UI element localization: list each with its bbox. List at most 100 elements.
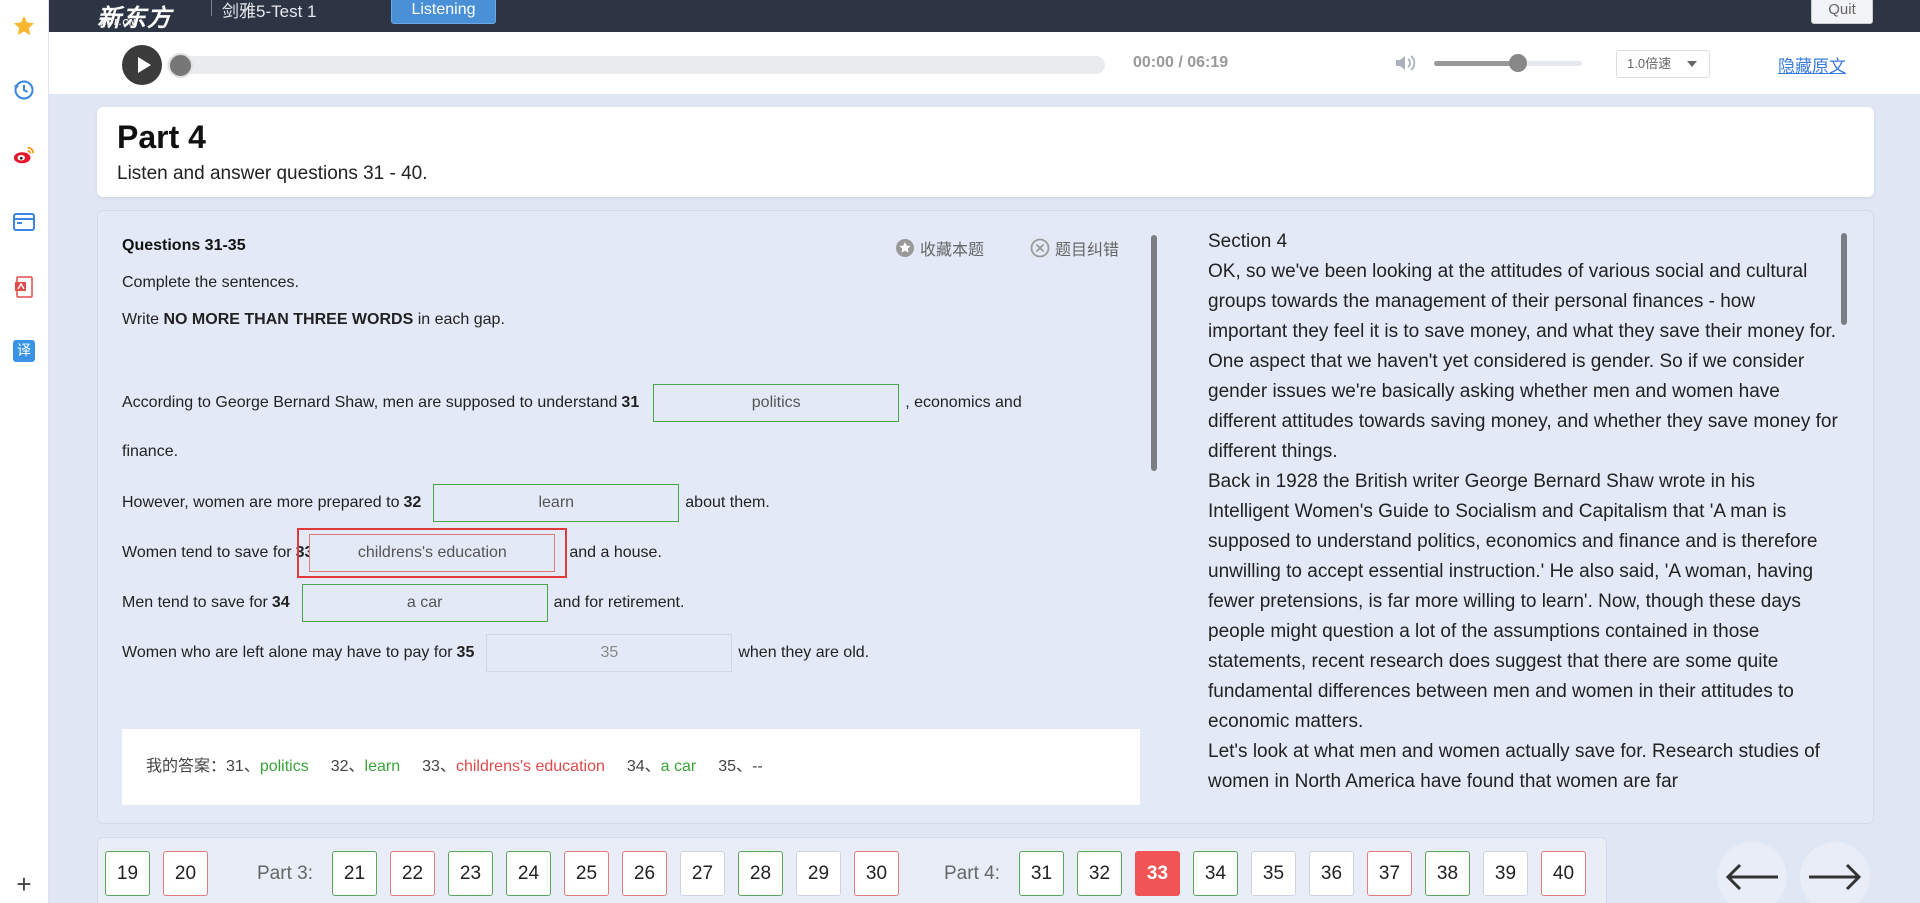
speed-value: 1.0倍速 — [1627, 56, 1672, 71]
question-nav-23[interactable]: 23 — [448, 851, 493, 896]
favorite-button[interactable]: 收藏本题 — [895, 236, 984, 260]
star-icon — [896, 239, 914, 257]
sentence-34-post: and for retirement. — [553, 594, 685, 611]
sentence-31-pre: According to George Bernard Shaw, men ar… — [122, 394, 618, 411]
sentence-35-post: when they are old. — [738, 644, 870, 661]
close-circle-icon — [1030, 238, 1050, 258]
instruction-1: Complete the sentences. — [122, 274, 299, 291]
question-nav-36[interactable]: 36 — [1309, 851, 1354, 896]
transcript-scrollbar[interactable] — [1841, 233, 1847, 325]
volume-icon[interactable] — [1394, 52, 1418, 79]
question-nav-32[interactable]: 32 — [1077, 851, 1122, 896]
answer-35-num: 35、 — [718, 758, 753, 775]
report-error-button[interactable]: 题目纠错 — [1030, 236, 1119, 260]
question-number-32: 32 — [403, 494, 422, 511]
sentence-32: However, women are more prepared to 32 l… — [122, 484, 770, 522]
questions-scrollbar[interactable] — [1151, 235, 1157, 471]
question-nav-34[interactable]: 34 — [1193, 851, 1238, 896]
question-nav-35[interactable]: 35 — [1251, 851, 1296, 896]
sentence-34-pre: Men tend to save for — [122, 594, 268, 611]
arrow-left-icon — [1725, 863, 1778, 891]
translate-icon[interactable]: 译 — [12, 339, 36, 363]
current-question-highlight: childrens's education — [297, 528, 568, 578]
audio-player: 00:00 / 06:19 1.0倍速 隐藏原文 — [49, 32, 1920, 94]
question-nav-26[interactable]: 26 — [622, 851, 667, 896]
translate-glyph: 译 — [13, 340, 35, 362]
pdf-icon[interactable] — [12, 275, 36, 299]
answer-input-33[interactable]: childrens's education — [309, 534, 556, 572]
hide-transcript-link[interactable]: 隐藏原文 — [1778, 52, 1846, 77]
add-icon[interactable]: + — [12, 871, 36, 897]
favorite-label: 收藏本题 — [920, 242, 985, 259]
question-nav-40[interactable]: 40 — [1541, 851, 1586, 896]
volume-fill — [1434, 61, 1518, 66]
question-nav-21[interactable]: 21 — [332, 851, 377, 896]
sentence-32-pre: However, women are more prepared to — [122, 494, 400, 511]
test-title: 剑雅5-Test 1 — [222, 2, 317, 21]
sentence-31: According to George Bernard Shaw, men ar… — [122, 384, 1022, 422]
sentence-31-post: , economics and — [905, 394, 1022, 411]
sentence-33-pre: Women tend to save for — [122, 544, 292, 561]
answer-input-35[interactable]: 35 — [486, 634, 733, 672]
sentence-35-pre: Women who are left alone may have to pay… — [122, 644, 453, 661]
question-nav-28[interactable]: 28 — [738, 851, 783, 896]
answer-34-num: 34、 — [626, 758, 661, 775]
question-number-31: 31 — [621, 394, 640, 411]
question-nav-20[interactable]: 20 — [163, 851, 208, 896]
quit-button[interactable]: Quit — [1811, 0, 1873, 24]
my-answers-label: 我的答案： — [146, 758, 227, 775]
sentence-34: Men tend to save for 34 a car and for re… — [122, 584, 684, 622]
question-nav-30[interactable]: 30 — [854, 851, 899, 896]
question-nav-19[interactable]: 19 — [105, 851, 150, 896]
answer-32-num: 32、 — [330, 758, 365, 775]
history-icon[interactable] — [12, 78, 36, 102]
instruction-2-bold: NO MORE THAN THREE WORDS — [163, 311, 414, 328]
answer-31: politics — [259, 758, 309, 775]
answer-33-num: 33、 — [422, 758, 456, 775]
answer-34: a car — [660, 758, 697, 775]
audio-time: 00:00 / 06:19 — [1133, 54, 1229, 71]
part-subtitle: Listen and answer questions 31 - 40. — [117, 163, 428, 184]
speed-select[interactable]: 1.0倍速 — [1616, 50, 1710, 78]
my-answers-box: 我的答案：31、politics 32、learn 33、childrens's e… — [122, 729, 1140, 805]
arrow-right-icon — [1809, 863, 1862, 891]
answer-31-num: 31、 — [226, 758, 260, 775]
question-nav-38[interactable]: 38 — [1425, 851, 1470, 896]
answer-32: learn — [364, 758, 401, 775]
volume-knob[interactable] — [1509, 54, 1527, 72]
play-button[interactable] — [122, 45, 162, 85]
question-33-wrap: 33 childrens's education — [292, 528, 572, 578]
left-sidebar: 译 + — [0, 0, 49, 903]
answer-input-34[interactable]: a car — [301, 584, 548, 622]
transcript-panel: Section 4 OK, so we've been looking at t… — [1208, 227, 1838, 807]
part-4-label: Part 4: — [944, 863, 1000, 884]
sentence-33-post: and a house. — [569, 544, 662, 561]
question-nav-29[interactable]: 29 — [796, 851, 841, 896]
window-icon[interactable] — [12, 210, 36, 234]
audio-progress-track[interactable] — [167, 56, 1105, 74]
next-arrow-button[interactable] — [1800, 842, 1870, 903]
question-nav-27[interactable]: 27 — [680, 851, 725, 896]
part-header: Part 4 Listen and answer questions 31 - … — [97, 107, 1874, 197]
question-nav-22[interactable]: 22 — [390, 851, 435, 896]
question-nav-25[interactable]: 25 — [564, 851, 609, 896]
question-nav-37[interactable]: 37 — [1367, 851, 1412, 896]
sentence-31-cont: finance. — [122, 443, 179, 460]
answer-input-31[interactable]: politics — [653, 384, 900, 422]
question-nav-33[interactable]: 33 — [1135, 851, 1180, 896]
audio-progress-knob[interactable] — [168, 53, 193, 78]
question-nav-31[interactable]: 31 — [1019, 851, 1064, 896]
weibo-icon[interactable] — [12, 143, 36, 167]
transcript-paragraph: Back in 1928 the British writer George B… — [1208, 471, 1818, 732]
tab-listening[interactable]: Listening — [391, 0, 496, 24]
brand-logo: 新东方 XDF.CN — [97, 0, 172, 33]
questions-heading: Questions 31-35 — [122, 237, 246, 254]
prev-arrow-button[interactable] — [1717, 842, 1787, 903]
title-divider — [211, 0, 212, 16]
sentence-32-post: about them. — [685, 494, 770, 511]
answer-input-32[interactable]: learn — [433, 484, 680, 522]
question-nav-24[interactable]: 24 — [506, 851, 551, 896]
star-icon[interactable] — [12, 14, 36, 38]
instruction-2: Write NO MORE THAN THREE WORDS in each g… — [122, 311, 505, 329]
question-nav-39[interactable]: 39 — [1483, 851, 1528, 896]
